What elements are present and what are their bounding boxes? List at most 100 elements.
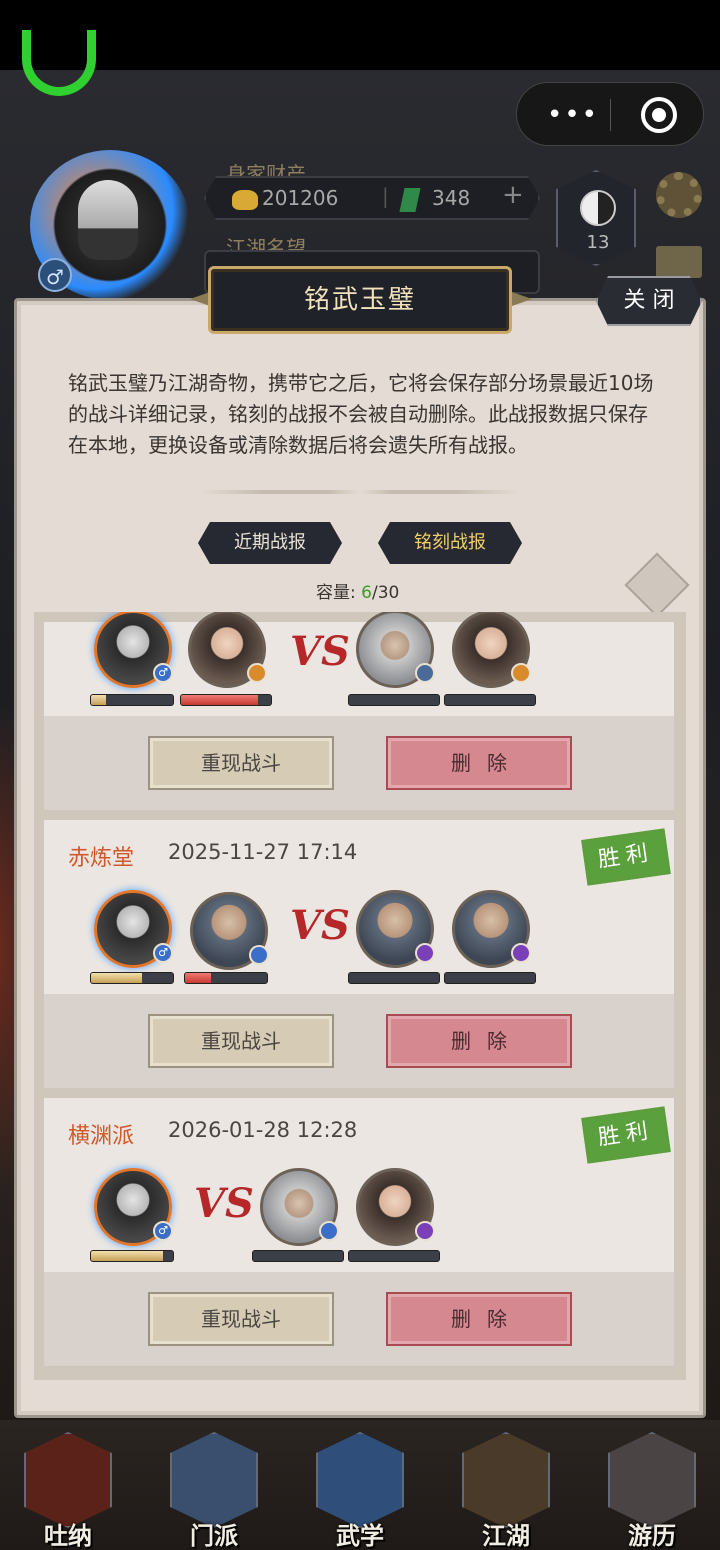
- gold-amount: 201206: [262, 186, 339, 210]
- close-button[interactable]: 关 闭: [596, 276, 702, 326]
- nav-label: 江湖: [482, 1522, 530, 1550]
- resource-divider: |: [382, 184, 389, 208]
- resource-bar: 201206 | 348 +: [204, 176, 540, 220]
- capsule-divider: [610, 99, 611, 131]
- fighter-avatar-enemy: [356, 890, 435, 968]
- nav-label: 武学: [336, 1522, 384, 1550]
- hp-bar: [90, 1250, 174, 1262]
- dialog-description: 铭武玉璧乃江湖奇物，携带它之后，它将会保存部分场景最近10场的战斗详细记录，铭刻…: [68, 371, 654, 457]
- record-time: 2025-11-27 17:14: [168, 840, 358, 864]
- victory-stamp: 胜利: [581, 1106, 671, 1164]
- rank-badge[interactable]: 13: [556, 170, 636, 266]
- class-badge-icon: [249, 945, 269, 965]
- exit-target-icon[interactable]: [641, 97, 677, 133]
- fighter-avatar-enemy: [356, 612, 435, 688]
- delete-record-button[interactable]: 删除: [386, 736, 572, 790]
- capacity-total: /30: [371, 583, 400, 603]
- hp-bar: [444, 972, 536, 984]
- class-badge-icon: ♂: [153, 663, 173, 683]
- nav-label: 门派: [190, 1522, 238, 1550]
- fighter-avatar-ally: [188, 612, 267, 688]
- replay-battle-button[interactable]: 重现战斗: [148, 1014, 334, 1068]
- yin-yang-icon: [580, 190, 616, 226]
- class-badge-icon: [415, 663, 435, 683]
- class-badge-icon: ♂: [153, 943, 173, 963]
- battle-record: 横渊派 2026-01-28 12:28 胜利 ♂ VS 重现战斗 删除: [44, 1098, 674, 1366]
- nav-martial-arts[interactable]: 武学: [310, 1432, 410, 1550]
- hp-bar: [180, 694, 272, 706]
- class-badge-icon: [247, 663, 267, 683]
- capacity-indicator: 容量: 6/30: [316, 578, 399, 603]
- class-badge-icon: [415, 1221, 435, 1241]
- add-currency-button[interactable]: +: [502, 180, 524, 210]
- class-badge-icon: ♂: [153, 1221, 173, 1241]
- gold-ingot-icon: [232, 190, 258, 210]
- fighter-avatar-ally: [190, 892, 269, 970]
- hp-fill: [91, 695, 106, 705]
- mail-icon[interactable]: [656, 246, 702, 278]
- capacity-label: 容量:: [316, 583, 356, 603]
- dialog-title: 铭武玉璧: [303, 285, 416, 315]
- vs-mark: VS: [194, 1180, 254, 1227]
- gourd-icon: [24, 1432, 112, 1528]
- fighter-avatar-enemy: [452, 612, 531, 688]
- tab-engraved-reports[interactable]: 铭刻战报: [378, 522, 522, 564]
- battle-record: 赤炼堂 2025-11-27 17:14 胜利 ♂ VS 重现战斗 删除: [44, 820, 674, 1088]
- class-badge-icon: [511, 663, 531, 683]
- miniprogram-capsule: •••: [516, 82, 704, 146]
- class-badge-icon: [415, 943, 435, 963]
- vs-mark: VS: [290, 902, 350, 949]
- bottom-navigation: 吐纳 门派 武学 江湖 游历: [0, 1420, 720, 1550]
- nav-sect[interactable]: 门派: [164, 1432, 264, 1550]
- replay-battle-button[interactable]: 重现战斗: [148, 1292, 334, 1346]
- vs-mark: VS: [290, 628, 350, 675]
- fighter-avatar-enemy: [260, 1168, 339, 1246]
- battle-record: ♂ VS 重现战斗 删除: [44, 612, 674, 810]
- scroll-books-icon: [316, 1432, 404, 1528]
- replay-battle-button[interactable]: 重现战斗: [148, 736, 334, 790]
- settings-gear-icon[interactable]: [656, 172, 702, 218]
- record-pavilion: 赤炼堂: [68, 846, 135, 871]
- nav-label: 吐纳: [44, 1522, 92, 1550]
- capacity-used: 6: [361, 583, 372, 603]
- battle-report-list[interactable]: ♂ VS 重现战斗 删除 赤炼堂 2025-11-27 17:14 胜利 ♂ V…: [34, 612, 686, 1380]
- record-actions: 重现战斗 删除: [44, 1272, 674, 1366]
- record-pavilion: 横渊派: [68, 1124, 135, 1149]
- victory-stamp: 胜利: [581, 828, 671, 886]
- gender-male-icon: ♂: [38, 258, 72, 292]
- nav-label: 游历: [628, 1522, 676, 1550]
- hp-bar: [90, 694, 174, 706]
- jade-amount: 348: [432, 186, 471, 210]
- hp-bar: [348, 694, 440, 706]
- nav-travel[interactable]: 游历: [602, 1432, 702, 1550]
- ornamental-divider: [200, 490, 520, 494]
- delete-record-button[interactable]: 删除: [386, 1292, 572, 1346]
- hp-bar: [444, 694, 536, 706]
- record-actions: 重现战斗 删除: [44, 716, 674, 810]
- tab-recent-reports[interactable]: 近期战报: [198, 522, 342, 564]
- nav-jianghu[interactable]: 江湖: [456, 1432, 556, 1550]
- hp-bar: [90, 972, 174, 984]
- fighter-avatar-enemy: [356, 1168, 435, 1246]
- record-time: 2026-01-28 12:28: [168, 1118, 358, 1142]
- hp-bar: [348, 972, 440, 984]
- sect-cards-icon: [170, 1432, 258, 1528]
- hp-bar: [252, 1250, 344, 1262]
- more-button[interactable]: •••: [537, 83, 609, 147]
- hp-fill: [91, 973, 142, 983]
- bamboo-hat-icon: [462, 1432, 550, 1528]
- player-mask-icon: [78, 180, 138, 260]
- rank-level: 13: [586, 232, 610, 253]
- class-badge-icon: [511, 943, 531, 963]
- fighter-avatar-player: ♂: [94, 1168, 173, 1246]
- nav-tuna[interactable]: 吐纳: [18, 1432, 118, 1550]
- class-badge-icon: [319, 1221, 339, 1241]
- hp-bar: [184, 972, 268, 984]
- jade-icon: [399, 188, 420, 212]
- fighter-avatar-player: ♂: [94, 890, 173, 968]
- hp-bar: [348, 1250, 440, 1262]
- hp-fill: [185, 973, 212, 983]
- horse-icon: [608, 1432, 696, 1528]
- delete-record-button[interactable]: 删除: [386, 1014, 572, 1068]
- fighter-avatar-player: ♂: [94, 612, 173, 688]
